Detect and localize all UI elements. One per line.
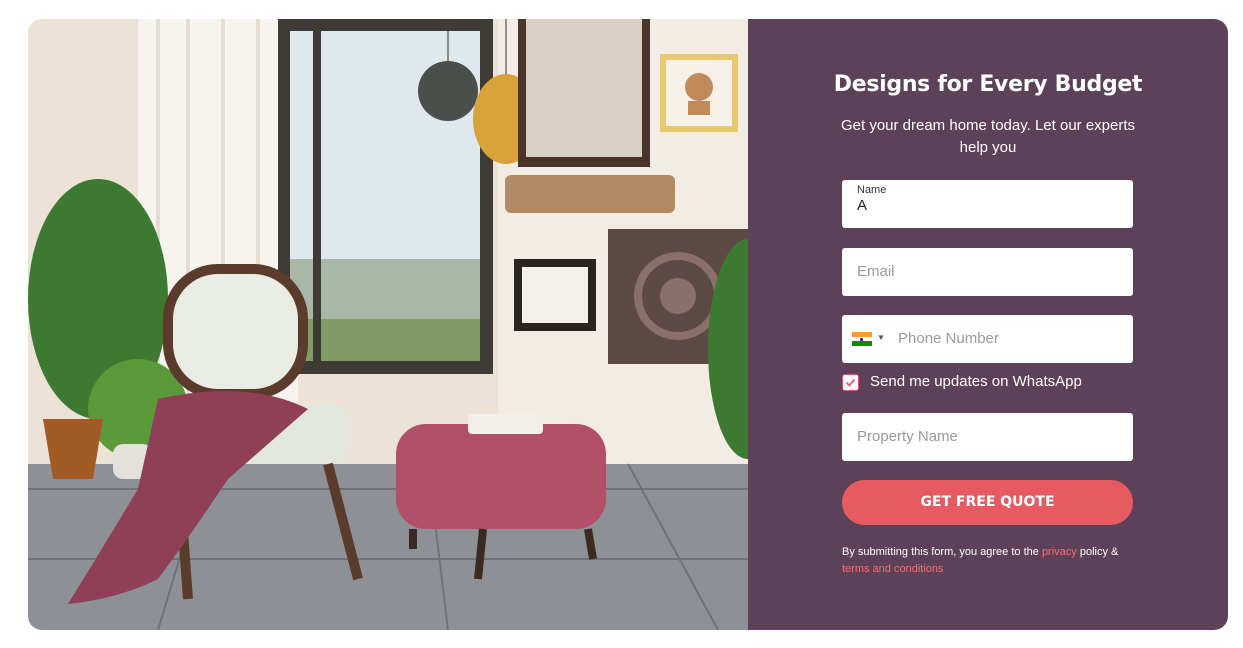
legal-middle: policy & xyxy=(1076,546,1119,558)
email-field[interactable]: Email xyxy=(842,248,1133,296)
name-field-value[interactable]: A xyxy=(857,197,867,214)
form-panel: Designs for Every Budget Get your dream … xyxy=(748,19,1228,630)
name-field-label: Name xyxy=(857,184,887,196)
terms-link[interactable]: terms and conditions xyxy=(842,563,944,575)
legal-notice: By submitting this form, you agree to th… xyxy=(842,544,1142,578)
chevron-down-icon[interactable]: ▼ xyxy=(877,333,885,342)
name-field[interactable]: Name A xyxy=(842,180,1133,228)
phone-placeholder: Phone Number xyxy=(898,330,999,347)
whatsapp-label[interactable]: Send me updates on WhatsApp xyxy=(870,373,1082,390)
form-subtitle: Get your dream home today. Let our exper… xyxy=(840,117,1136,156)
property-name-field[interactable]: Property Name xyxy=(842,413,1133,461)
property-placeholder: Property Name xyxy=(857,428,958,445)
interior-photo xyxy=(28,19,748,630)
lead-form-card: Designs for Every Budget Get your dream … xyxy=(28,19,1228,630)
form-title: Designs for Every Budget xyxy=(833,72,1143,97)
get-free-quote-button[interactable]: GET FREE QUOTE xyxy=(842,480,1133,525)
india-flag-icon[interactable] xyxy=(852,332,872,346)
phone-field[interactable]: ▼ Phone Number xyxy=(842,315,1133,363)
email-placeholder: Email xyxy=(857,263,895,280)
whatsapp-checkbox[interactable] xyxy=(842,374,859,391)
living-room-illustration xyxy=(28,19,748,630)
privacy-link[interactable]: privacy xyxy=(1042,546,1077,558)
legal-prefix: By submitting this form, you agree to th… xyxy=(842,546,1042,558)
check-icon xyxy=(845,378,856,387)
